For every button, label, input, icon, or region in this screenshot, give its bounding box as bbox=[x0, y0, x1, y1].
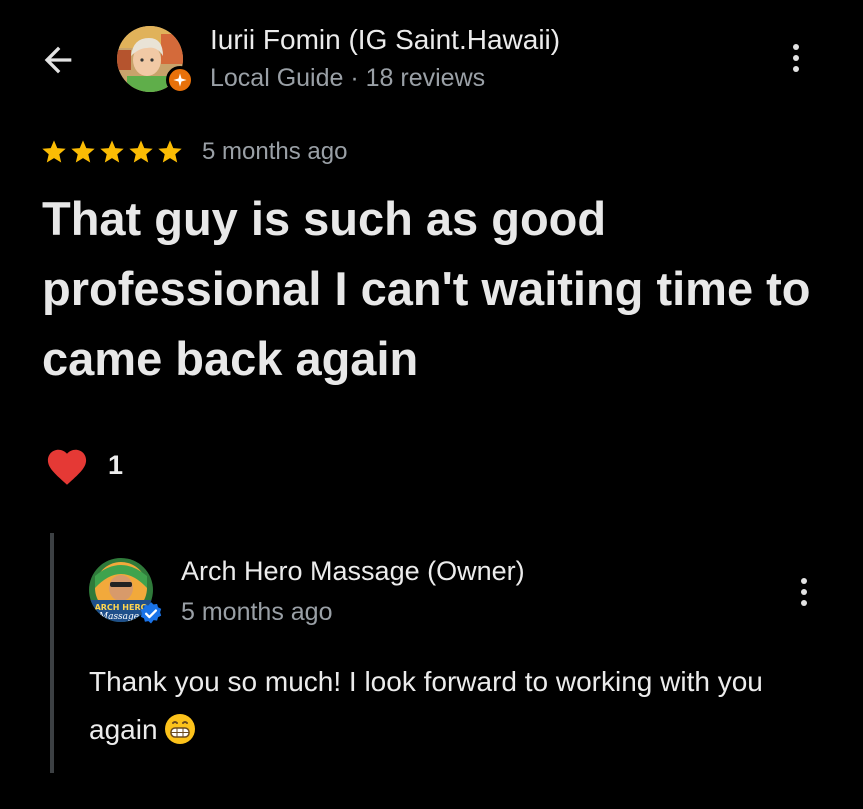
verified-check-icon bbox=[140, 602, 162, 624]
star-icon bbox=[42, 140, 66, 163]
more-vert-icon bbox=[793, 44, 799, 50]
star-rating bbox=[40, 138, 184, 166]
owner-reply-time: 5 months ago bbox=[181, 598, 333, 626]
svg-text:Massage: Massage bbox=[98, 612, 139, 622]
reply-divider bbox=[50, 533, 54, 773]
star-icon bbox=[100, 140, 124, 163]
grinning-face-emoji bbox=[164, 714, 195, 744]
reaction-button[interactable]: 1 bbox=[44, 444, 123, 486]
star-icon bbox=[129, 140, 153, 163]
back-button[interactable] bbox=[36, 40, 80, 80]
owner-name: Arch Hero Massage (Owner) bbox=[181, 556, 525, 586]
reply-more-button[interactable] bbox=[789, 570, 819, 614]
local-guide-star-icon bbox=[166, 66, 194, 94]
review-time: 5 months ago bbox=[202, 138, 348, 165]
red-heart-icon bbox=[47, 449, 87, 485]
reaction-count: 1 bbox=[108, 449, 124, 480]
more-vert-icon bbox=[801, 578, 807, 584]
arrow-left-icon bbox=[44, 46, 72, 74]
reviewer-meta[interactable]: Local Guide · 18 reviews bbox=[210, 64, 485, 93]
review-more-button[interactable] bbox=[781, 36, 811, 80]
star-icon bbox=[71, 140, 95, 163]
reviewer-name[interactable]: Iurii Fomin (IG Saint.Hawaii) bbox=[210, 24, 560, 56]
rating-row: 5 months ago bbox=[40, 138, 347, 166]
review-text: That guy is such as good professional I … bbox=[42, 192, 811, 385]
owner-reply-text: Thank you so much! I look forward to wor… bbox=[89, 658, 829, 754]
star-icon bbox=[158, 140, 182, 163]
